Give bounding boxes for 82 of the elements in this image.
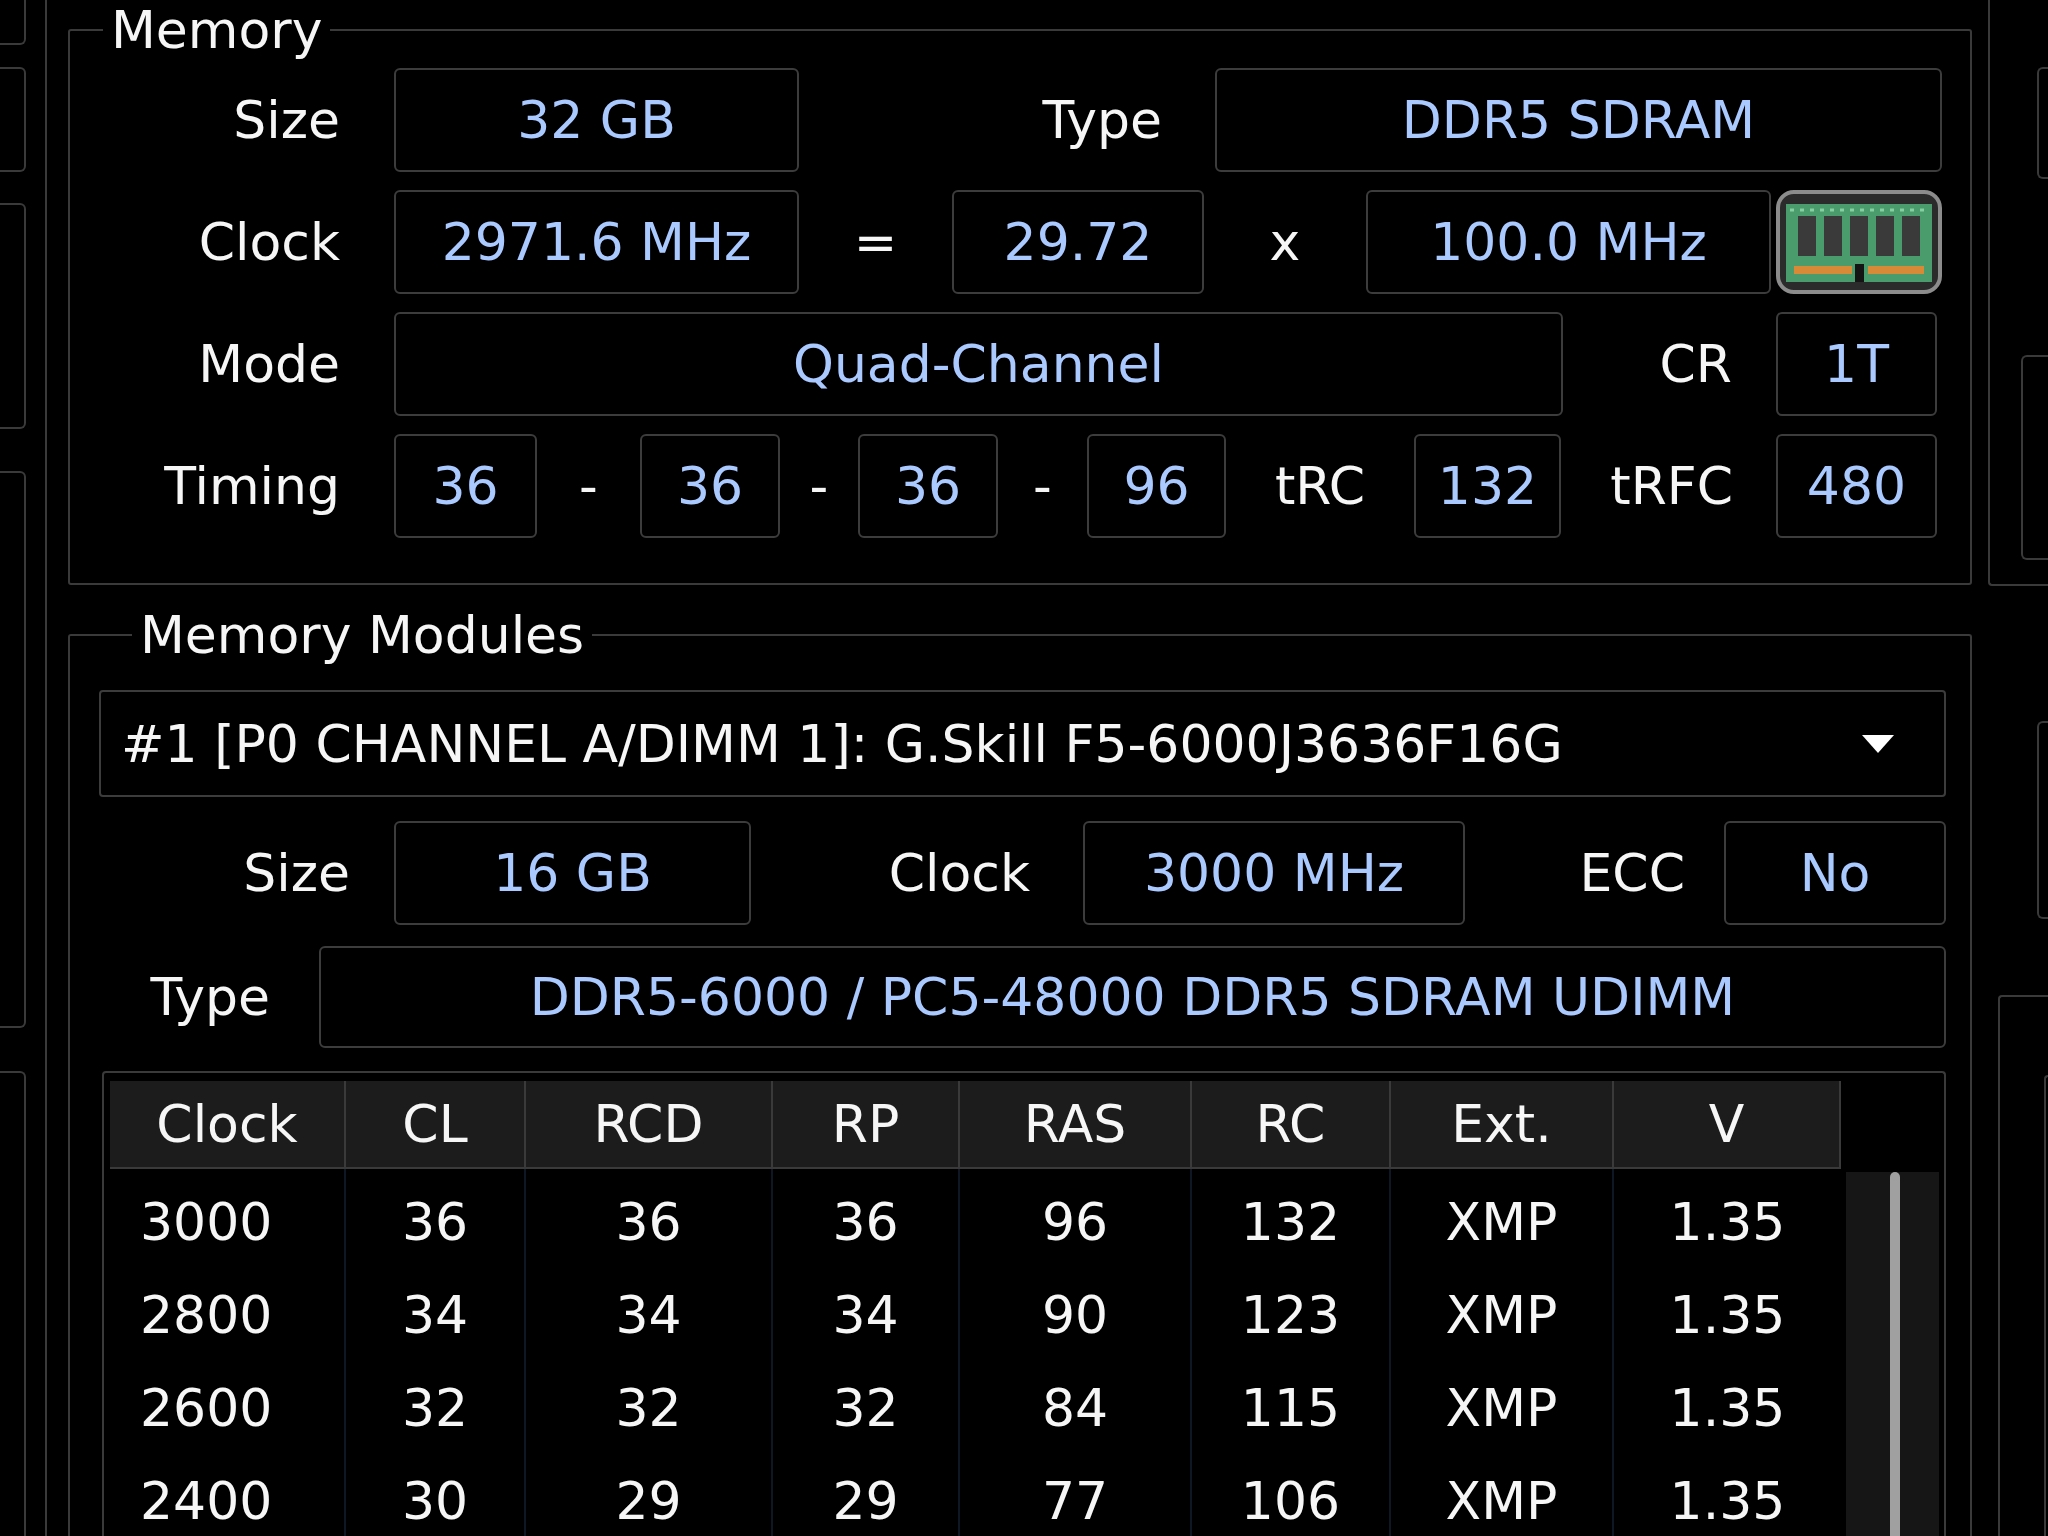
table-cell-text: 34: [831, 1284, 900, 1347]
memory-module-icon: [1776, 190, 1942, 294]
table-cell-text: 132: [1239, 1191, 1342, 1254]
type-field: DDR5 SDRAM: [1215, 68, 1942, 172]
clock-field: 2971.6 MHz: [394, 190, 799, 294]
table-cell-text: 2800: [139, 1284, 274, 1347]
timing-separator: -: [809, 456, 829, 516]
field-label: Type: [150, 967, 270, 1027]
multiply-sign: x: [1269, 212, 1301, 272]
table-cell-text: 1.35: [1668, 1191, 1787, 1254]
timing-field: 96: [1087, 434, 1226, 538]
field-edge: [0, 0, 26, 45]
module-dropdown[interactable]: #1 [P0 CHANNEL A/DIMM 1]: G.Skill F5-6000J3636F16G: [99, 690, 1946, 797]
table-cell-text: 34: [614, 1284, 683, 1347]
column-header[interactable]: RCD: [526, 1081, 773, 1169]
table-cell-text: 115: [1239, 1377, 1342, 1440]
field-label: tRC: [1274, 456, 1366, 516]
table-cell-text: 32: [614, 1377, 683, 1440]
ecc-field: No: [1724, 821, 1946, 925]
field-label: Type: [1042, 90, 1162, 150]
column-header[interactable]: CL: [346, 1081, 526, 1169]
timing-field: 36: [640, 434, 780, 538]
table-cell-text: 34: [400, 1284, 470, 1347]
field-label: Size: [243, 843, 350, 903]
timing-field: 36: [858, 434, 998, 538]
field-label: Mode: [198, 334, 340, 394]
field-label: tRFC: [1610, 456, 1733, 516]
caret-icon: [1862, 734, 1894, 753]
scrollbar-thumb[interactable]: [1889, 1172, 1900, 1536]
table-cell-text: 77: [1040, 1470, 1110, 1533]
timing-separator: -: [1033, 456, 1052, 516]
column-header[interactable]: V: [1614, 1081, 1841, 1169]
column-header[interactable]: RP: [773, 1081, 960, 1169]
group-title: Memory Modules: [139, 605, 586, 665]
table-cell-text: XMP: [1444, 1470, 1559, 1533]
field-label: Clock: [888, 843, 1030, 903]
scrollbar[interactable]: [1846, 1172, 1939, 1536]
size-field: 32 GB: [394, 68, 799, 172]
column-header[interactable]: RC: [1192, 1081, 1391, 1169]
table-cell-text: 36: [400, 1191, 470, 1254]
table-cell-text: XMP: [1444, 1377, 1559, 1440]
table-cell-text: XMP: [1444, 1191, 1559, 1254]
table-cell-text: 32: [400, 1377, 470, 1440]
table-cell-text: 32: [831, 1377, 900, 1440]
trfc-field: 480: [1776, 434, 1937, 538]
table-cell-text: 36: [614, 1191, 683, 1254]
field-label: Timing: [164, 456, 340, 516]
table-cell-text: 84: [1040, 1377, 1110, 1440]
table-cell-text: 106: [1239, 1470, 1342, 1533]
timing-separator: -: [579, 456, 598, 516]
base-clock-field: 100.0 MHz: [1366, 190, 1771, 294]
trc-field: 132: [1414, 434, 1561, 538]
field-label: CR: [1659, 334, 1732, 394]
table-cell-text: 36: [831, 1191, 900, 1254]
table-cell-text: 29: [831, 1470, 900, 1533]
timing-field: 36: [394, 434, 537, 538]
multiplier-field: 29.72: [952, 190, 1204, 294]
field-label: Size: [233, 90, 340, 150]
field-label: ECC: [1579, 843, 1685, 903]
size-field: 16 GB: [394, 821, 751, 925]
table-cell-text: 1.35: [1668, 1377, 1787, 1440]
column-header[interactable]: Ext.: [1391, 1081, 1614, 1169]
table-cell-text: 123: [1239, 1284, 1342, 1347]
type-field: DDR5-6000 / PC5-48000 DDR5 SDRAM UDIMM: [319, 946, 1946, 1048]
column-header[interactable]: RAS: [960, 1081, 1192, 1169]
table-cell-text: 2400: [139, 1470, 274, 1533]
table-cell-text: XMP: [1444, 1284, 1559, 1347]
table-cell-text: 96: [1040, 1191, 1110, 1254]
clock-field: 3000 MHz: [1083, 821, 1465, 925]
mode-field: Quad-Channel: [394, 312, 1563, 416]
table-cell-text: 2600: [139, 1377, 274, 1440]
table-cell-text: 90: [1040, 1284, 1110, 1347]
field-label: Clock: [198, 212, 340, 272]
table-cell-text: 1.35: [1668, 1470, 1787, 1533]
table-cell-text: 30: [400, 1470, 470, 1533]
command-rate-field: 1T: [1776, 312, 1937, 416]
group-title: Memory: [110, 0, 324, 60]
equals-sign: =: [853, 212, 898, 272]
table-cell-text: 1.35: [1668, 1284, 1787, 1347]
column-header[interactable]: Clock: [110, 1081, 346, 1169]
table-cell-text: 3000: [139, 1191, 274, 1254]
table-cell-text: 29: [614, 1470, 683, 1533]
